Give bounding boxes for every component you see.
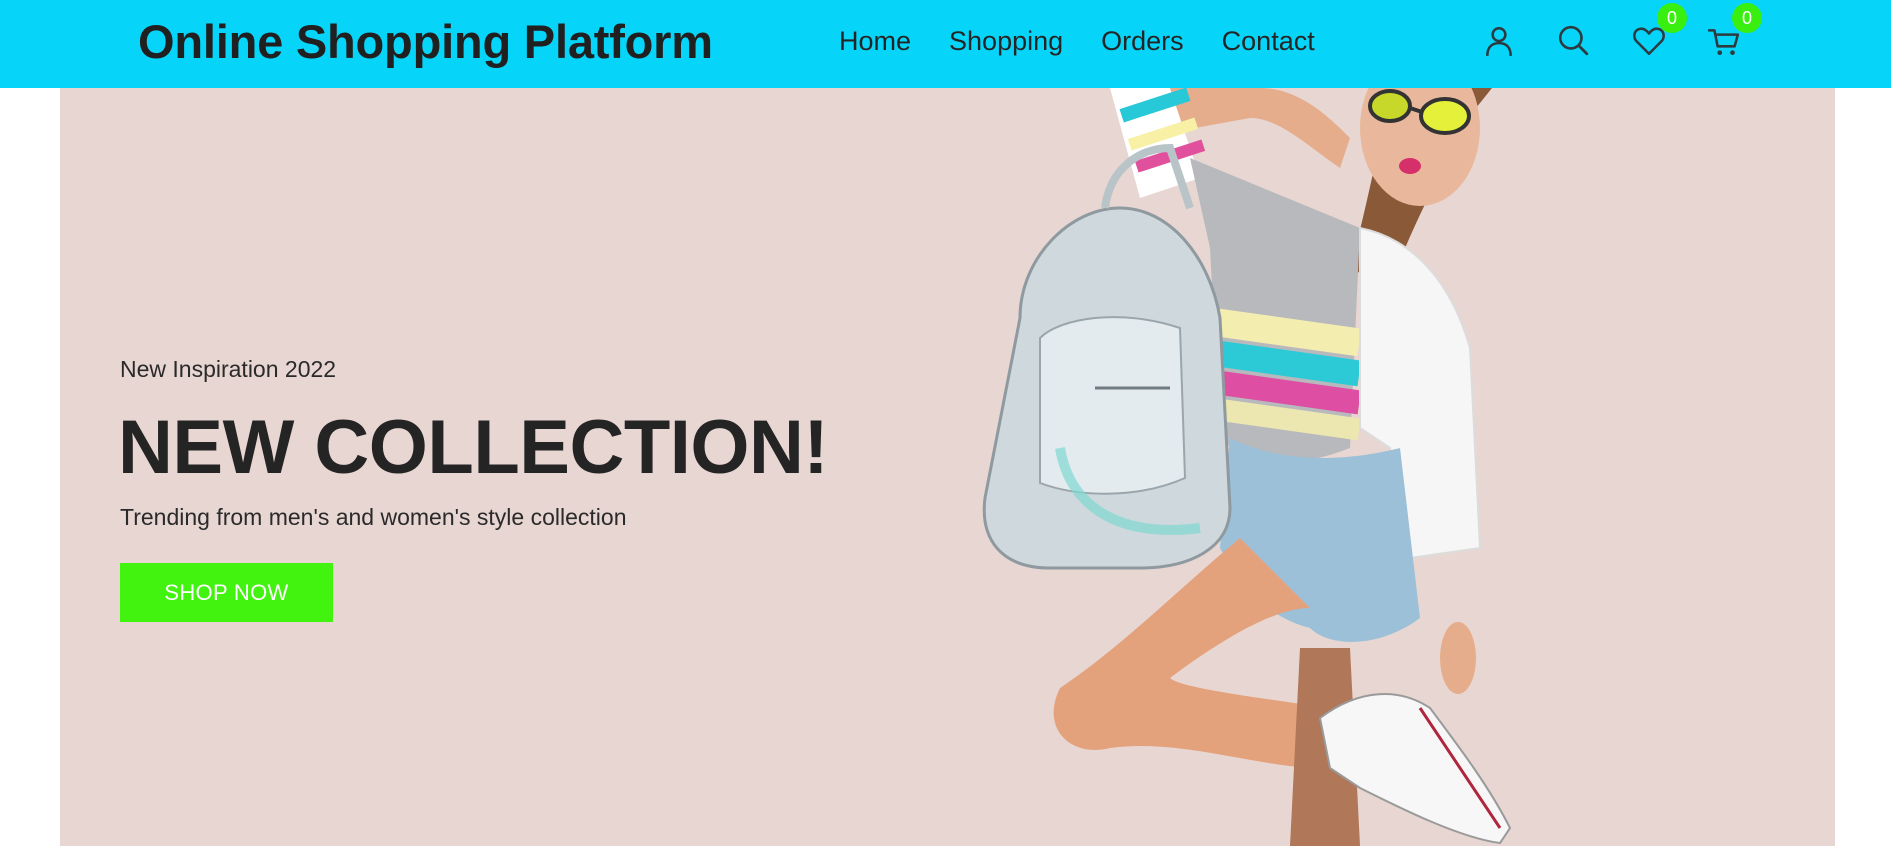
heart-icon — [1633, 27, 1665, 56]
nav-home[interactable]: Home — [839, 26, 911, 57]
wishlist-count-badge: 0 — [1657, 3, 1687, 33]
hero-headline: NEW COLLECTION! — [118, 405, 829, 490]
cart-icon — [1707, 29, 1740, 56]
site-header: Online Shopping Platform Home Shopping O… — [0, 0, 1891, 88]
nav-contact[interactable]: Contact — [1222, 26, 1315, 57]
main-nav: Home Shopping Orders Contact — [839, 26, 1315, 57]
hero-kicker: New Inspiration 2022 — [120, 356, 337, 382]
user-icon — [1486, 26, 1512, 56]
shop-now-button[interactable]: SHOP NOW — [120, 563, 333, 622]
account-button[interactable] — [1480, 22, 1518, 60]
hero-subtitle: Trending from men's and women's style co… — [120, 504, 627, 530]
wishlist-button[interactable]: 0 — [1630, 3, 1687, 60]
search-button[interactable] — [1554, 22, 1592, 60]
cart-count-badge: 0 — [1732, 3, 1762, 33]
cart-button[interactable]: 0 — [1705, 3, 1762, 60]
hero-banner: New Inspiration 2022 NEW COLLECTION! Tre… — [60, 88, 1835, 846]
nav-shopping[interactable]: Shopping — [949, 26, 1063, 57]
nav-orders[interactable]: Orders — [1101, 26, 1184, 57]
search-icon — [1558, 25, 1589, 56]
brand-logo[interactable]: Online Shopping Platform — [138, 14, 713, 69]
